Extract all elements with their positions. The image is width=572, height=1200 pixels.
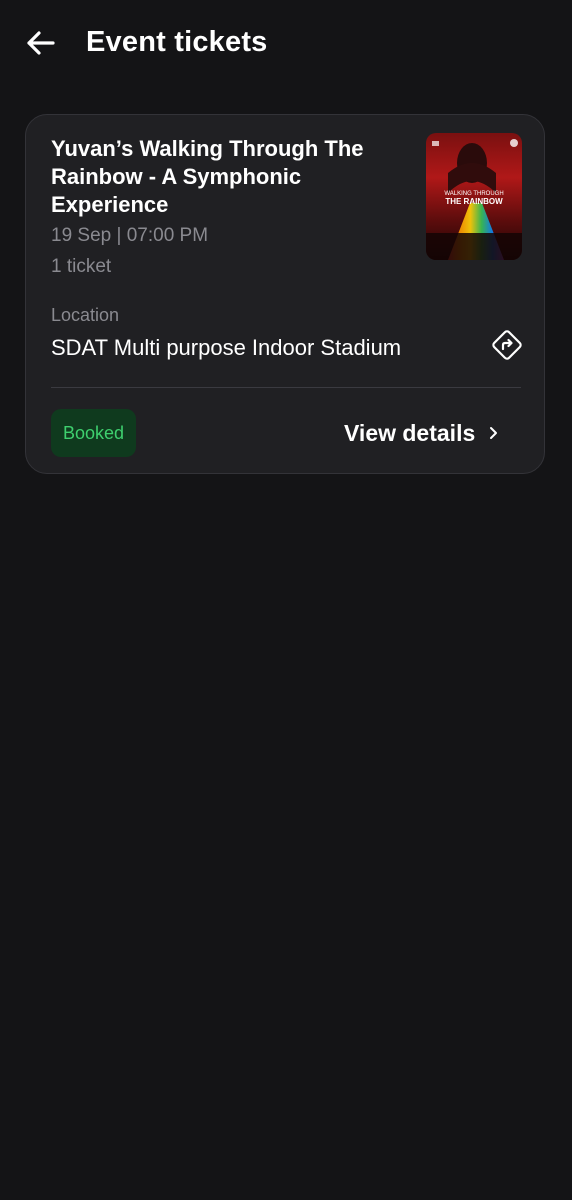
- ticket-count: 1 ticket: [51, 256, 112, 277]
- back-button[interactable]: [22, 28, 58, 62]
- ticket-card[interactable]: Yuvan’s Walking Through The Rainbow - A …: [25, 114, 545, 474]
- event-datetime: 19 Sep | 07:00 PM: [51, 225, 209, 246]
- card-divider: [51, 387, 521, 388]
- app-header: Event tickets: [0, 0, 572, 90]
- view-details-button[interactable]: View details: [344, 415, 499, 451]
- chevron-right-icon: [489, 425, 499, 441]
- event-title: Yuvan’s Walking Through The Rainbow - A …: [51, 136, 364, 217]
- view-details-label: View details: [344, 419, 476, 446]
- poster-title-line2: THE RAINBOW: [445, 197, 503, 206]
- directions-button[interactable]: [489, 329, 525, 365]
- event-poster: WALKING THROUGH THE RAINBOW: [426, 133, 522, 260]
- location-name: SDAT Multi purpose Indoor Stadium: [51, 335, 402, 360]
- page-title: Event tickets: [86, 26, 268, 58]
- directions-icon: [491, 329, 523, 366]
- location-label: Location: [51, 305, 120, 325]
- status-badge: Booked: [51, 409, 136, 457]
- arrow-left-icon: [25, 30, 55, 61]
